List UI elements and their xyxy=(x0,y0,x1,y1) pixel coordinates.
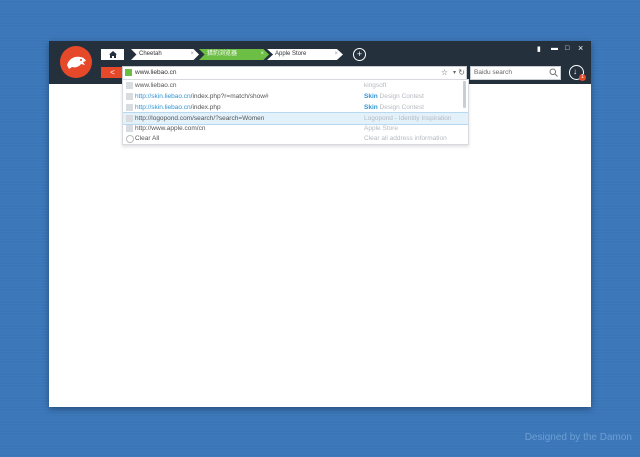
search-input[interactable]: Baidu search xyxy=(470,66,561,80)
suggestion-url-highlight: http://skin.liebao.cn xyxy=(135,104,191,111)
tab-label: Apple Store xyxy=(275,51,307,57)
search-icon[interactable] xyxy=(549,68,558,77)
minimize-button[interactable]: ▬ xyxy=(551,45,558,52)
suggestion-desc: kingsoft xyxy=(364,82,387,89)
star-icon[interactable]: ☆ xyxy=(441,67,448,79)
clear-icon xyxy=(126,135,134,143)
clear-all-label: Clear All xyxy=(135,135,160,142)
suggestion-desc: Design Contest xyxy=(377,104,424,111)
address-input[interactable]: www.liebao.cn xyxy=(135,67,177,79)
page-icon xyxy=(126,115,133,122)
page-icon xyxy=(126,93,133,100)
chevron-down-icon[interactable]: ▾ xyxy=(453,67,456,79)
suggestion-desc: Design Contest xyxy=(377,93,424,100)
tab-apple-store[interactable]: Apple Store × xyxy=(267,49,343,60)
clear-all-desc: Clear all address information xyxy=(364,135,447,142)
page-icon xyxy=(126,125,133,132)
suggestion-url: www.liebao.cn xyxy=(135,82,177,89)
suggestion-url: /index.php?r=match/show# xyxy=(190,93,269,100)
suggestion-url: /index.php xyxy=(190,104,221,111)
home-icon xyxy=(108,51,117,58)
suggestion-desc-highlight: Skin xyxy=(364,104,378,111)
download-badge: 1 xyxy=(579,74,586,81)
address-bar[interactable]: www.liebao.cn ☆ ▾ ↻ xyxy=(122,66,467,80)
dropdown-scrollbar[interactable] xyxy=(463,81,466,108)
tab-close-icon[interactable]: × xyxy=(190,49,194,60)
tab-liebao[interactable]: 猎豹浏览器 × xyxy=(199,49,269,60)
suggestion-item[interactable]: http://skin.liebao.cn/index.php?r=match/… xyxy=(123,91,468,102)
tab-label: Cheetah xyxy=(139,51,162,57)
suggestion-item[interactable]: www.liebao.cn kingsoft xyxy=(123,80,468,91)
cheetah-logo-icon[interactable] xyxy=(60,46,92,78)
pin-icon[interactable]: ▮ xyxy=(537,45,541,53)
browser-toolbar: Cheetah × 猎豹浏览器 × Apple Store × + ▮ ▬ □ … xyxy=(49,41,591,84)
tab-close-icon[interactable]: × xyxy=(334,49,338,60)
clear-all-item[interactable]: Clear All Clear all address information xyxy=(123,133,468,144)
home-tab[interactable] xyxy=(101,49,124,60)
page-icon xyxy=(126,104,133,111)
close-button[interactable]: × xyxy=(578,43,583,53)
back-button[interactable]: < xyxy=(101,67,124,78)
address-suggestions: www.liebao.cn kingsoft http://skin.lieba… xyxy=(122,79,469,145)
new-tab-button[interactable]: + xyxy=(353,48,366,61)
suggestion-desc: Logopond - Identity Inspiration xyxy=(364,115,452,122)
page-icon xyxy=(126,82,133,89)
tab-cheetah[interactable]: Cheetah × xyxy=(131,49,199,60)
browser-window: Cheetah × 猎豹浏览器 × Apple Store × + ▮ ▬ □ … xyxy=(49,41,591,407)
suggestion-url: http://www.apple.com/cn xyxy=(135,125,206,132)
tab-label: 猎豹浏览器 xyxy=(207,51,238,57)
suggestion-desc: Apple Store xyxy=(364,125,398,132)
suggestion-url: http://logopond.com/search/?search=Women xyxy=(135,115,265,122)
maximize-button[interactable]: □ xyxy=(565,45,569,52)
download-button[interactable]: ↓ 1 xyxy=(569,65,586,81)
download-icon: ↓ xyxy=(573,67,577,76)
tab-close-icon[interactable]: × xyxy=(260,49,264,60)
secure-check-icon xyxy=(125,69,132,76)
suggestion-url-highlight: http://skin.liebao.cn xyxy=(135,93,191,100)
suggestion-desc-highlight: Skin xyxy=(364,93,378,100)
refresh-icon[interactable]: ↻ xyxy=(458,67,465,79)
designer-credit: Designed by the Damon xyxy=(524,432,632,443)
search-placeholder: Baidu search xyxy=(474,69,512,76)
